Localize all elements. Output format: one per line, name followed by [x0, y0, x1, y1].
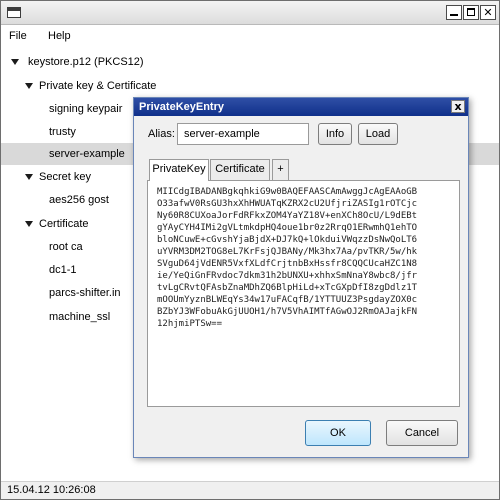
- expand-arrow-icon[interactable]: [11, 59, 19, 65]
- minimize-button[interactable]: [446, 5, 462, 20]
- tree-item-label: server-example: [49, 148, 125, 160]
- title-bar[interactable]: ✕: [1, 1, 499, 25]
- menu-file[interactable]: File: [9, 30, 27, 42]
- tree-group-label: Private key & Certificate: [39, 80, 157, 92]
- dialog-close-button[interactable]: x: [451, 100, 465, 113]
- tree-item-label: machine_ssl: [49, 311, 111, 323]
- alias-input[interactable]: [177, 123, 309, 145]
- tree-root-label: keystore.p12 (PKCS12): [28, 56, 144, 68]
- maximize-icon: [467, 8, 475, 16]
- status-bar: 15.04.12 10:26:08: [1, 481, 499, 499]
- tree-item-label: root ca: [49, 241, 83, 253]
- menu-help[interactable]: Help: [48, 30, 71, 42]
- expand-arrow-icon[interactable]: [25, 174, 33, 180]
- tree-item-label: parcs-shifter.in: [49, 287, 121, 299]
- close-window-button[interactable]: ✕: [480, 5, 496, 20]
- close-icon: ✕: [483, 6, 493, 19]
- info-button[interactable]: Info: [318, 123, 352, 145]
- tab-add[interactable]: +: [272, 159, 289, 180]
- tree-item-label: dc1-1: [49, 264, 77, 276]
- minimize-icon: [450, 14, 458, 16]
- tree-group-label: Secret key: [39, 171, 91, 183]
- tab-certificate[interactable]: Certificate: [210, 159, 270, 180]
- menu-bar: File Help: [1, 26, 499, 48]
- tree-item-label: aes256 gost: [49, 194, 109, 206]
- tree-item-label: trusty: [49, 126, 76, 138]
- tab-private-key[interactable]: PrivateKey: [149, 159, 209, 181]
- tree-group-label: Certificate: [39, 218, 89, 230]
- load-button[interactable]: Load: [358, 123, 398, 145]
- expand-arrow-icon[interactable]: [25, 83, 33, 89]
- dialog-title-bar[interactable]: PrivateKeyEntry x: [134, 98, 468, 116]
- close-icon: x: [454, 100, 462, 113]
- tree-group-private[interactable]: Private key & Certificate: [1, 75, 499, 97]
- alias-label: Alias:: [148, 128, 175, 140]
- maximize-button[interactable]: [463, 5, 479, 20]
- tree-root[interactable]: keystore.p12 (PKCS12): [1, 51, 499, 73]
- private-key-pane: MIICdgIBADANBgkqhkiG9w0BAQEFAASCAmAwggJc…: [147, 180, 460, 407]
- app-window-icon: [7, 7, 21, 18]
- dialog-title: PrivateKeyEntry: [139, 101, 224, 113]
- tree-item-label: signing keypair: [49, 103, 123, 115]
- expand-arrow-icon[interactable]: [25, 221, 33, 227]
- cancel-button[interactable]: Cancel: [386, 420, 458, 446]
- ok-button[interactable]: OK: [305, 420, 371, 446]
- status-timestamp: 15.04.12 10:26:08: [7, 484, 96, 496]
- private-key-text[interactable]: MIICdgIBADANBgkqhkiG9w0BAQEFAASCAmAwggJc…: [157, 186, 459, 330]
- private-key-entry-dialog: PrivateKeyEntry x Alias: Info Load Priva…: [133, 97, 469, 458]
